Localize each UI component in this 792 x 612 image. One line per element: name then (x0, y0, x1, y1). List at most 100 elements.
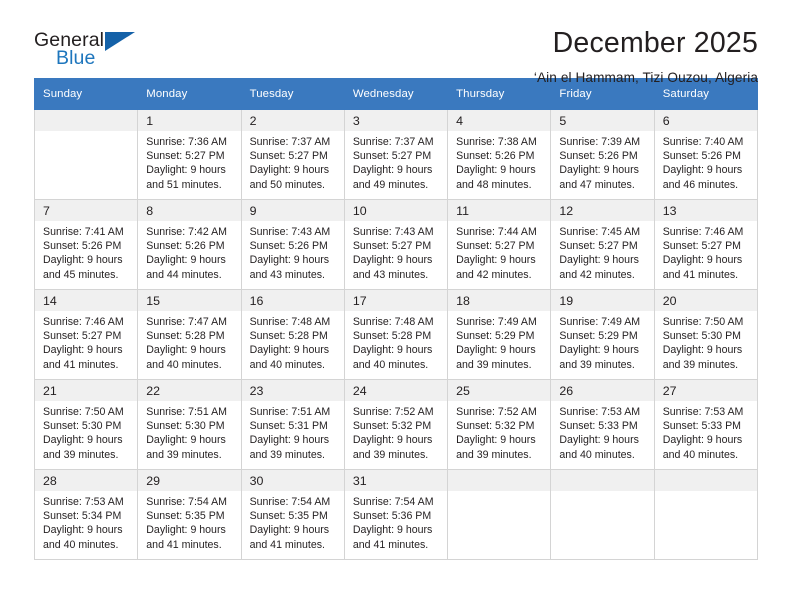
sunset-text: Sunset: 5:26 PM (456, 150, 535, 163)
sunrise-text: Sunrise: 7:47 AM (146, 316, 227, 328)
calendar-day-cell[interactable]: 29 Sunrise: 7:54 AM Sunset: 5:35 PM Dayligh… (137, 469, 242, 560)
calendar-cell-empty (33, 109, 139, 200)
sunset-text: Sunset: 5:36 PM (352, 510, 432, 523)
daylight-text-line2: and 39 minutes. (456, 448, 532, 461)
sunset-text: Sunset: 5:30 PM (146, 420, 225, 433)
calendar-day-cell[interactable]: 31 Sunrise: 7:54 AM Sunset: 5:36 PM Dayligh… (343, 469, 449, 560)
sunset-text: Sunset: 5:28 PM (249, 330, 328, 343)
daylight-text-line2: and 39 minutes. (456, 358, 532, 371)
sunset-text: Sunset: 5:26 PM (662, 150, 742, 163)
daylight-text-line2: and 40 minutes. (352, 358, 429, 371)
calendar-day-cell[interactable]: 9 Sunrise: 7:43 AM Sunset: 5:26 PM Daylight… (240, 199, 345, 290)
daylight-text-line1: Daylight: 9 hours (559, 164, 639, 177)
calendar-body: 1 Sunrise: 7:36 AM Sunset: 5:27 PM Daylight… (33, 109, 759, 560)
day-number: 26 (551, 380, 654, 401)
calendar-day-cell[interactable]: 20 Sunrise: 7:50 AM Sunset: 5:30 PM Dayligh… (653, 289, 759, 380)
sunset-text: Sunset: 5:32 PM (456, 420, 535, 433)
day-sun-info: Sunrise: 7:48 AM Sunset: 5:28 PM Daylight:… (345, 311, 447, 372)
daylight-text-line2: and 39 minutes. (559, 358, 635, 371)
calendar-day-cell[interactable]: 13 Sunrise: 7:46 AM Sunset: 5:27 PM Dayligh… (653, 199, 759, 290)
calendar-day-cell[interactable]: 1 Sunrise: 7:36 AM Sunset: 5:27 PM Daylight… (137, 109, 242, 200)
daylight-text-line2: and 45 minutes. (43, 268, 119, 281)
day-number: 5 (551, 110, 654, 131)
daylight-text-line1: Daylight: 9 hours (352, 524, 433, 537)
sunrise-text: Sunrise: 7:46 AM (43, 316, 124, 328)
calendar-day-cell[interactable]: 18 Sunrise: 7:49 AM Sunset: 5:29 PM Dayligh… (447, 289, 552, 380)
day-sun-info: Sunrise: 7:43 AM Sunset: 5:26 PM Daylight:… (242, 221, 344, 282)
calendar-day-cell[interactable]: 30 Sunrise: 7:54 AM Sunset: 5:35 PM Dayligh… (240, 469, 345, 560)
day-sun-info: Sunrise: 7:53 AM Sunset: 5:34 PM Daylight:… (35, 491, 137, 552)
sunset-text: Sunset: 5:31 PM (249, 420, 328, 433)
day-number: 15 (138, 290, 241, 311)
calendar-day-cell[interactable]: 26 Sunrise: 7:53 AM Sunset: 5:33 PM Dayligh… (550, 379, 655, 470)
calendar-day-cell[interactable]: 24 Sunrise: 7:52 AM Sunset: 5:32 PM Dayligh… (343, 379, 449, 470)
calendar-day-cell[interactable]: 23 Sunrise: 7:51 AM Sunset: 5:31 PM Dayligh… (240, 379, 345, 470)
calendar-day-cell[interactable]: 16 Sunrise: 7:48 AM Sunset: 5:28 PM Dayligh… (240, 289, 345, 380)
sunrise-text: Sunrise: 7:48 AM (352, 316, 434, 328)
day-sun-info: Sunrise: 7:40 AM Sunset: 5:26 PM Daylight:… (655, 131, 757, 192)
day-number: 2 (241, 110, 344, 131)
calendar-day-cell[interactable]: 28 Sunrise: 7:53 AM Sunset: 5:34 PM Dayligh… (33, 469, 139, 560)
day-sun-info: Sunrise: 7:53 AM Sunset: 5:33 PM Daylight:… (551, 401, 653, 462)
calendar-day-cell[interactable]: 27 Sunrise: 7:53 AM Sunset: 5:33 PM Dayligh… (653, 379, 759, 470)
day-sun-info: Sunrise: 7:45 AM Sunset: 5:27 PM Daylight:… (551, 221, 653, 282)
calendar-day-cell[interactable]: 17 Sunrise: 7:48 AM Sunset: 5:28 PM Dayligh… (343, 289, 449, 380)
day-number: 21 (35, 380, 138, 401)
sunrise-text: Sunrise: 7:40 AM (662, 136, 744, 148)
calendar-day-cell[interactable]: 7 Sunrise: 7:41 AM Sunset: 5:26 PM Daylight… (33, 199, 139, 290)
day-sun-info: Sunrise: 7:41 AM Sunset: 5:26 PM Daylight:… (35, 221, 137, 282)
calendar-day-cell[interactable]: 2 Sunrise: 7:37 AM Sunset: 5:27 PM Daylight… (240, 109, 345, 200)
brand-name-blue: Blue (56, 47, 96, 69)
day-sun-info: Sunrise: 7:46 AM Sunset: 5:27 PM Daylight:… (655, 221, 757, 282)
calendar-day-cell[interactable]: 11 Sunrise: 7:44 AM Sunset: 5:27 PM Dayligh… (447, 199, 552, 290)
daylight-text-line1: Daylight: 9 hours (43, 254, 123, 267)
calendar-day-cell[interactable]: 14 Sunrise: 7:46 AM Sunset: 5:27 PM Dayligh… (33, 289, 139, 380)
day-number: 22 (138, 380, 241, 401)
daylight-text-line1: Daylight: 9 hours (146, 254, 226, 267)
daylight-text-line2: and 39 minutes. (146, 448, 222, 461)
daylight-text-line1: Daylight: 9 hours (559, 434, 639, 447)
calendar-cell-empty (447, 469, 552, 560)
daylight-text-line2: and 42 minutes. (559, 268, 635, 281)
calendar-day-cell[interactable]: 21 Sunrise: 7:50 AM Sunset: 5:30 PM Dayligh… (33, 379, 139, 470)
sunset-text: Sunset: 5:33 PM (559, 420, 638, 433)
calendar-day-cell[interactable]: 19 Sunrise: 7:49 AM Sunset: 5:29 PM Dayligh… (550, 289, 655, 380)
day-number: 12 (551, 200, 654, 221)
day-sun-info: Sunrise: 7:51 AM Sunset: 5:31 PM Daylight:… (242, 401, 344, 462)
day-sun-info: Sunrise: 7:37 AM Sunset: 5:27 PM Daylight:… (242, 131, 344, 192)
calendar-day-cell[interactable]: 10 Sunrise: 7:43 AM Sunset: 5:27 PM Dayligh… (343, 199, 449, 290)
calendar-day-cell[interactable]: 5 Sunrise: 7:39 AM Sunset: 5:26 PM Daylight… (550, 109, 655, 200)
day-number: 6 (654, 110, 757, 131)
day-number: 7 (35, 200, 138, 221)
daylight-text-line1: Daylight: 9 hours (662, 254, 743, 267)
brand-logo[interactable]: General Blue (34, 26, 149, 78)
daylight-text-line2: and 41 minutes. (43, 358, 119, 371)
daylight-text-line2: and 43 minutes. (249, 268, 325, 281)
calendar-day-cell[interactable]: 3 Sunrise: 7:37 AM Sunset: 5:27 PM Daylight… (343, 109, 449, 200)
day-number: 4 (448, 110, 551, 131)
calendar-day-cell[interactable]: 22 Sunrise: 7:51 AM Sunset: 5:30 PM Dayligh… (137, 379, 242, 470)
day-sun-info: Sunrise: 7:49 AM Sunset: 5:29 PM Daylight:… (448, 311, 550, 372)
calendar-day-cell[interactable]: 15 Sunrise: 7:47 AM Sunset: 5:28 PM Dayligh… (137, 289, 242, 380)
sunset-text: Sunset: 5:29 PM (456, 330, 535, 343)
daylight-text-line1: Daylight: 9 hours (43, 524, 123, 537)
daylight-text-line1: Daylight: 9 hours (146, 344, 226, 357)
daylight-text-line2: and 51 minutes. (146, 178, 222, 191)
calendar-day-cell[interactable]: 8 Sunrise: 7:42 AM Sunset: 5:26 PM Daylight… (137, 199, 242, 290)
sunrise-text: Sunrise: 7:42 AM (146, 226, 227, 238)
calendar-day-cell[interactable]: 12 Sunrise: 7:45 AM Sunset: 5:27 PM Dayligh… (550, 199, 655, 290)
daylight-text-line1: Daylight: 9 hours (662, 344, 743, 357)
sunset-text: Sunset: 5:28 PM (146, 330, 225, 343)
daylight-text-line2: and 47 minutes. (559, 178, 635, 191)
sunset-text: Sunset: 5:27 PM (249, 150, 328, 163)
calendar-day-cell[interactable]: 4 Sunrise: 7:38 AM Sunset: 5:26 PM Daylight… (447, 109, 552, 200)
sunrise-text: Sunrise: 7:49 AM (559, 316, 641, 328)
day-number: 27 (654, 380, 757, 401)
day-sun-info: Sunrise: 7:38 AM Sunset: 5:26 PM Daylight:… (448, 131, 550, 192)
day-sun-info: Sunrise: 7:50 AM Sunset: 5:30 PM Daylight:… (655, 311, 757, 372)
calendar-day-cell[interactable]: 6 Sunrise: 7:40 AM Sunset: 5:26 PM Daylight… (653, 109, 759, 200)
sunset-text: Sunset: 5:27 PM (456, 240, 535, 253)
calendar-day-cell[interactable]: 25 Sunrise: 7:52 AM Sunset: 5:32 PM Dayligh… (447, 379, 552, 470)
day-number (35, 110, 138, 131)
day-sun-info: Sunrise: 7:44 AM Sunset: 5:27 PM Daylight:… (448, 221, 550, 282)
